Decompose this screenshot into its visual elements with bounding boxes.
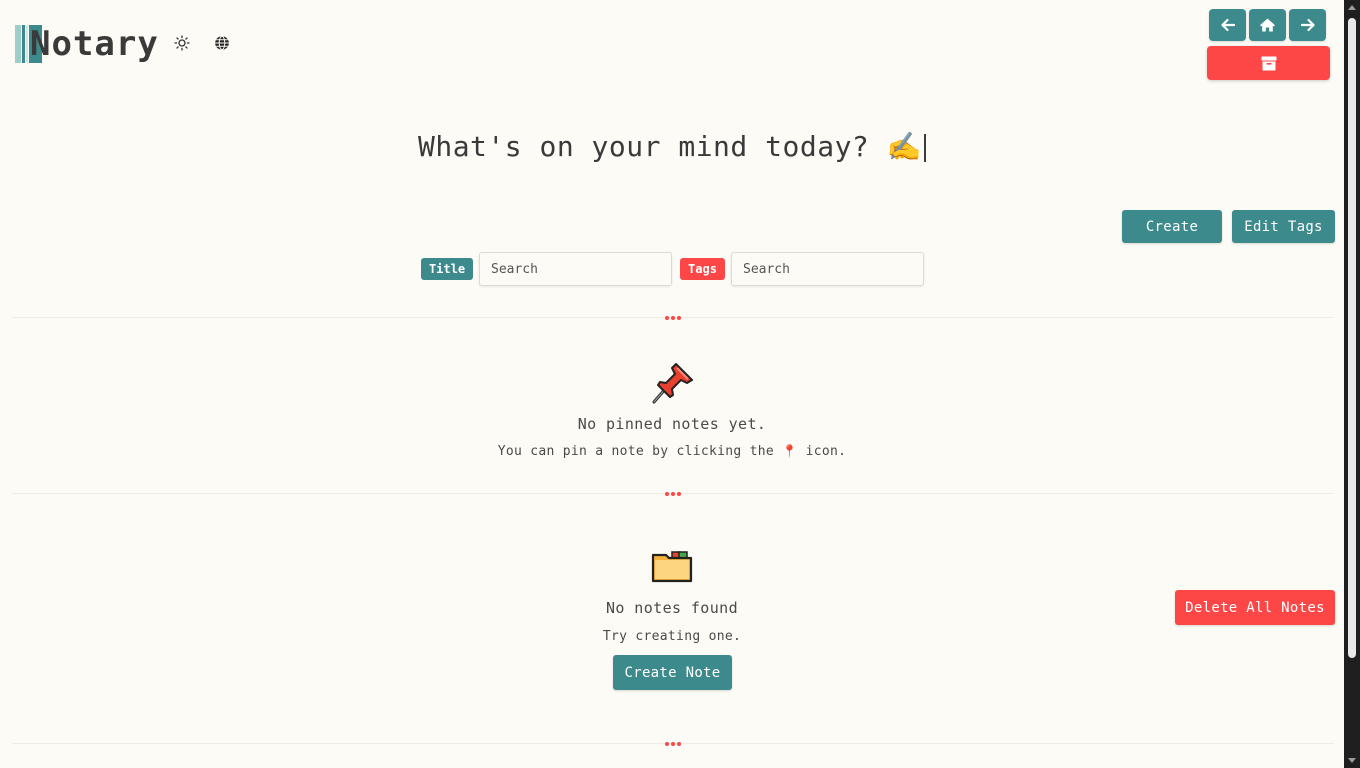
title-search-input[interactable]: [479, 252, 672, 286]
pinned-hint-text: You can pin a note by clicking the: [497, 444, 775, 459]
page-headline: What's on your mind today? ✍️: [0, 130, 1344, 163]
text-cursor: [924, 134, 926, 162]
forward-button[interactable]: [1289, 9, 1326, 41]
folder-icon: [650, 549, 694, 585]
vertical-scrollbar[interactable]: [1344, 0, 1360, 768]
archive-button[interactable]: [1207, 46, 1330, 80]
pinned-empty-hint: You can pin a note by clicking the 📍 ico…: [0, 444, 1344, 459]
headline-text: What's on your mind today? ✍️: [417, 130, 922, 163]
create-button[interactable]: Create: [1122, 210, 1222, 243]
divider-dots: [665, 491, 681, 497]
archive-box-icon: [1261, 56, 1276, 70]
divider-dots: [665, 315, 681, 321]
create-note-button[interactable]: Create Note: [613, 655, 732, 690]
globe-icon: [215, 35, 229, 51]
edit-tags-button[interactable]: Edit Tags: [1232, 210, 1335, 243]
pinned-hint-suffix: icon.: [805, 444, 847, 459]
home-button[interactable]: [1249, 9, 1286, 41]
app-name: Notary: [30, 24, 159, 64]
scrollbar-thumb[interactable]: [1348, 18, 1356, 658]
arrow-right-icon: [1300, 18, 1315, 32]
round-pushpin-icon: 📍: [782, 444, 798, 458]
divider-dots: [665, 741, 681, 747]
scroll-down-icon[interactable]: [1348, 758, 1356, 763]
pushpin-icon: [650, 362, 694, 404]
delete-all-notes-button[interactable]: Delete All Notes: [1175, 590, 1335, 625]
pinned-empty-title: No pinned notes yet.: [577, 415, 767, 433]
notes-empty-title: No notes found: [605, 599, 739, 617]
app-logo[interactable]: Notary: [15, 25, 159, 63]
back-button[interactable]: [1209, 9, 1246, 41]
notes-empty-hint: Try creating one.: [602, 629, 742, 644]
arrow-left-icon: [1220, 18, 1235, 32]
title-filter-label: Title: [421, 258, 473, 280]
tags-search-input[interactable]: [731, 252, 924, 286]
home-icon: [1260, 18, 1275, 32]
theme-toggle-button[interactable]: [170, 31, 194, 55]
tags-filter-label: Tags: [680, 258, 725, 280]
language-button[interactable]: [210, 31, 234, 55]
page: Notary What's on your mind today? ✍️ Cre…: [0, 0, 1344, 768]
scroll-up-icon[interactable]: [1348, 5, 1356, 10]
sun-icon: [174, 35, 190, 51]
